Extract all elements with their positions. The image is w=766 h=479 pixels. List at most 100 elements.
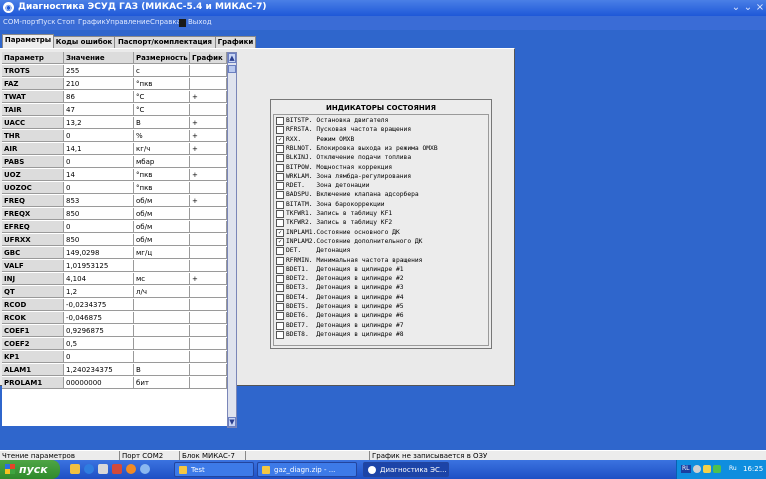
- safely-remove-icon[interactable]: [713, 465, 721, 473]
- param-graph[interactable]: +: [190, 195, 227, 207]
- indicator-item[interactable]: BITATM. Зона барокоррекции: [276, 200, 486, 209]
- table-row[interactable]: FAZ 210 °пкв: [2, 78, 227, 91]
- indicator-checkbox[interactable]: [276, 321, 284, 330]
- indicator-checkbox[interactable]: [276, 256, 284, 265]
- start-button[interactable]: пуск: [0, 460, 60, 479]
- indicator-item[interactable]: BDET1. Детонация в цилиндре #1: [276, 265, 486, 274]
- header-parameter[interactable]: Параметр: [2, 52, 64, 64]
- table-row[interactable]: PABS 0 мбар: [2, 156, 227, 169]
- indicator-item[interactable]: BADSPU. Включение клапана адсорбера: [276, 190, 486, 200]
- param-graph[interactable]: +: [190, 91, 227, 103]
- table-row[interactable]: UFRXX 850 об/м: [2, 234, 227, 247]
- menu-graph[interactable]: График: [78, 18, 106, 26]
- table-row[interactable]: GBC 149,0298 мг/ц: [2, 247, 227, 260]
- indicator-item[interactable]: RFRMIN. Минимальная частота вращения: [276, 256, 486, 265]
- tray-app-icon[interactable]: [703, 465, 711, 473]
- param-graph[interactable]: +: [190, 130, 227, 142]
- param-graph[interactable]: [190, 338, 227, 350]
- scroll-thumb[interactable]: [228, 65, 236, 73]
- table-row[interactable]: INJ 4,104 мс +: [2, 273, 227, 286]
- scroll-up-button[interactable]: ▲: [228, 53, 236, 63]
- param-graph[interactable]: +: [190, 169, 227, 181]
- indicator-item[interactable]: TKFWR2. Запись в таблицу KF2: [276, 218, 486, 228]
- indicator-checkbox[interactable]: ✓: [276, 228, 284, 237]
- indicator-item[interactable]: BLKINJ. Отключение подачи топлива: [276, 153, 486, 163]
- param-graph[interactable]: [190, 156, 227, 168]
- indicator-item[interactable]: TKFWR1. Запись в таблицу KF1: [276, 209, 486, 218]
- param-graph[interactable]: +: [190, 117, 227, 129]
- param-graph[interactable]: [190, 377, 227, 389]
- table-row[interactable]: COEF2 0,5: [2, 338, 227, 351]
- tab-parameters[interactable]: Параметры: [2, 34, 54, 48]
- grid-scrollbar[interactable]: ▲ ▼: [227, 52, 237, 428]
- param-graph[interactable]: [190, 260, 227, 272]
- maximize-icon[interactable]: ⌄: [742, 2, 754, 14]
- indicator-item[interactable]: BDET2. Детонация в цилиндре #2: [276, 274, 486, 284]
- header-unit[interactable]: Размерность: [134, 52, 190, 64]
- indicator-checkbox[interactable]: [276, 144, 284, 153]
- indicator-checkbox[interactable]: [276, 163, 284, 172]
- table-row[interactable]: FREQ 853 об/м +: [2, 195, 227, 208]
- param-graph[interactable]: [190, 351, 227, 363]
- param-graph[interactable]: [190, 286, 227, 298]
- table-row[interactable]: VALF 1,01953125: [2, 260, 227, 273]
- param-graph[interactable]: [190, 364, 227, 376]
- app-quick-icon[interactable]: [140, 464, 150, 474]
- indicator-checkbox[interactable]: ✓: [276, 135, 284, 144]
- tab-error-codes[interactable]: Коды ошибок: [53, 36, 115, 48]
- indicator-item[interactable]: BDET4. Детонация в цилиндре #4: [276, 293, 486, 302]
- indicator-item[interactable]: RBLNOT. Блокировка выхода из режима ОМХВ: [276, 144, 486, 153]
- menu-help[interactable]: Справка: [150, 18, 181, 26]
- indicator-checkbox[interactable]: [276, 210, 284, 218]
- header-graph[interactable]: График: [190, 52, 227, 64]
- indicator-checkbox[interactable]: [276, 219, 284, 228]
- table-row[interactable]: ALAM1 1,240234375 В: [2, 364, 227, 377]
- indicator-checkbox[interactable]: [276, 172, 284, 181]
- indicator-checkbox[interactable]: [276, 303, 284, 311]
- header-value[interactable]: Значение: [64, 52, 134, 64]
- param-graph[interactable]: [190, 182, 227, 194]
- indicator-item[interactable]: WRKLAM. Зона лямбда-регулирования: [276, 172, 486, 181]
- menu-stop[interactable]: Стоп: [57, 18, 75, 26]
- indicator-item[interactable]: DET. Детонация: [276, 246, 486, 256]
- table-row[interactable]: EFREQ 0 об/м: [2, 221, 227, 234]
- table-row[interactable]: RCOD -0,0234375: [2, 299, 227, 312]
- table-row[interactable]: THR 0% +: [2, 130, 227, 143]
- menu-control[interactable]: Управление: [106, 18, 150, 26]
- table-row[interactable]: KP1 0: [2, 351, 227, 364]
- firefox-icon[interactable]: [126, 464, 136, 474]
- indicator-checkbox[interactable]: [276, 275, 284, 284]
- language-indicator[interactable]: Ru: [729, 465, 737, 473]
- lang-badge[interactable]: RL: [681, 465, 691, 473]
- indicator-checkbox[interactable]: [276, 200, 284, 209]
- indicator-item[interactable]: RFRSTA. Пусковая частота вращения: [276, 125, 486, 135]
- param-graph[interactable]: [190, 208, 227, 220]
- table-row[interactable]: UACC 13,2 В +: [2, 117, 227, 130]
- network-icon[interactable]: [693, 465, 701, 473]
- table-row[interactable]: QT 1,2 л/ч: [2, 286, 227, 299]
- scroll-down-button[interactable]: ▼: [228, 417, 236, 427]
- indicator-item[interactable]: BITPOW. Мощностная коррекция: [276, 163, 486, 172]
- indicator-checkbox[interactable]: [276, 284, 284, 293]
- indicator-checkbox[interactable]: ✓: [276, 237, 284, 246]
- param-graph[interactable]: [190, 299, 227, 311]
- table-row[interactable]: TROTS 255 с: [2, 65, 227, 78]
- param-graph[interactable]: [190, 234, 227, 246]
- close-icon[interactable]: ×: [754, 2, 766, 14]
- indicator-checkbox[interactable]: [276, 154, 284, 163]
- indicator-checkbox[interactable]: [276, 247, 284, 256]
- indicator-checkbox[interactable]: [276, 265, 284, 274]
- indicator-item[interactable]: BDET8. Детонация в цилиндре #8: [276, 330, 486, 339]
- indicator-item[interactable]: ✓ INPLAM1.Состояние основного ДК: [276, 228, 486, 237]
- indicator-item[interactable]: BDET5. Детонация в цилиндре #5: [276, 302, 486, 311]
- param-graph[interactable]: +: [190, 143, 227, 155]
- indicator-item[interactable]: BDET7. Детонация в цилиндре #7: [276, 321, 486, 330]
- param-graph[interactable]: +: [190, 273, 227, 285]
- indicator-checkbox[interactable]: [276, 293, 284, 302]
- menu-exit[interactable]: Выход: [188, 18, 212, 26]
- browser-icon[interactable]: [84, 464, 94, 474]
- param-graph[interactable]: [190, 325, 227, 337]
- table-row[interactable]: UOZOC 0 °пкв: [2, 182, 227, 195]
- param-graph[interactable]: [190, 247, 227, 259]
- indicator-checkbox[interactable]: [276, 191, 284, 200]
